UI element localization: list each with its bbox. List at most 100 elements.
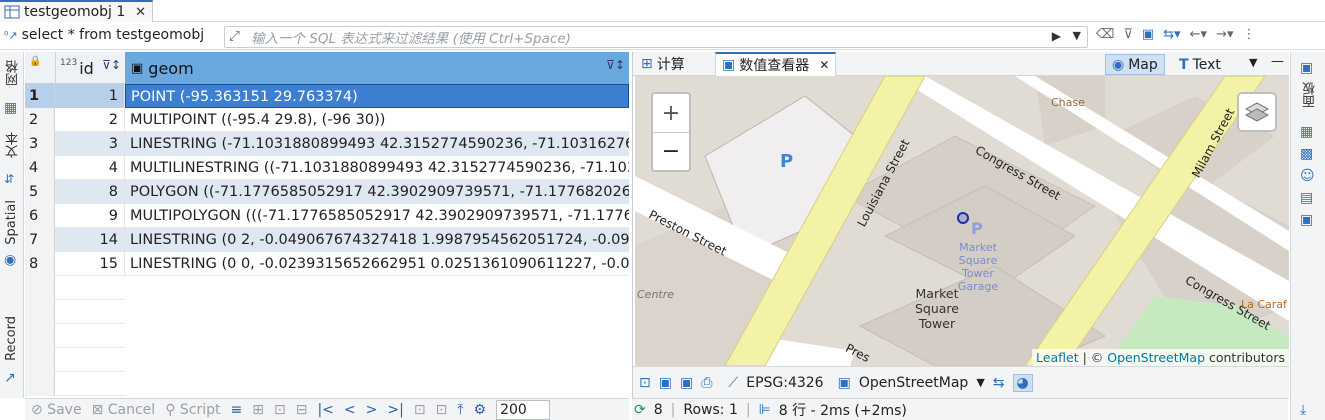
cell-id[interactable]: 2 [55, 108, 125, 132]
row-number[interactable]: 8 [25, 252, 55, 276]
tab-close-icon[interactable]: ✕ [819, 58, 829, 72]
filter-input[interactable]: ⤢ 输入一个 SQL 表达式来过滤结果 (使用 Ctrl+Space) ▶ ▼ [224, 26, 1088, 48]
table-row[interactable]: 6 9 MULTIPOLYGON (((-71.1776585052917 42.3… [25, 204, 629, 228]
cell-id[interactable]: 8 [55, 180, 125, 204]
cell-id[interactable]: 9 [55, 204, 125, 228]
image-icon[interactable]: ▣ [659, 375, 672, 391]
leaflet-link[interactable]: Leaflet [1036, 350, 1079, 365]
zoom-extent-icon[interactable]: ⊡ [639, 375, 651, 391]
cell-geom[interactable]: POLYGON ((-71.1776585052917 42.390290973… [125, 180, 629, 204]
text-mode-button[interactable]: T Text [1173, 54, 1227, 75]
grid-view-tab[interactable]: 网格 [4, 60, 23, 86]
cell-id[interactable]: 1 [55, 84, 125, 108]
cancel-button[interactable]: ⊠ Cancel [92, 402, 156, 418]
expand-icon[interactable]: ⤢ [229, 28, 240, 44]
row-number[interactable]: 3 [25, 132, 55, 156]
export-icon[interactable]: ⤓ [1300, 402, 1306, 418]
table-row[interactable]: 1 1 POINT (-95.363151 29.763374) [25, 84, 629, 108]
column-header-id[interactable]: 123 id ⊽↕ [55, 52, 125, 84]
row-number[interactable]: 7 [25, 228, 55, 252]
filter-settings-icon[interactable]: ⊽ [1123, 27, 1133, 42]
basemap-selector[interactable]: OpenStreetMap [859, 375, 968, 391]
apply-filter-icon[interactable]: ▶ [1052, 29, 1061, 43]
cell-geom[interactable]: POINT (-95.363151 29.763374) [125, 84, 629, 108]
layout-icon[interactable]: ▤ [1300, 190, 1313, 206]
row-number[interactable]: 5 [25, 180, 55, 204]
tab-value-viewer[interactable]: ▣ 数值查看器 ✕ [715, 52, 837, 76]
copy-image-icon[interactable]: ▣ [680, 375, 693, 391]
fetch-size-input[interactable]: 200 [496, 399, 551, 420]
basemap-dropdown-icon[interactable]: ▼ [976, 376, 984, 389]
table-row[interactable]: 8 15 LINESTRING (0 0, -0.0239315652662951 … [25, 252, 629, 276]
more-icon[interactable]: ⋮ [1242, 27, 1255, 42]
eraser-icon[interactable]: ⌫ [1096, 27, 1114, 42]
zoom-in-button[interactable]: + [653, 94, 689, 132]
copy-row-icon[interactable]: ⊡ [274, 402, 286, 418]
prev-page-icon[interactable]: < [344, 402, 356, 418]
map-view[interactable]: Louisiana Street Congress Street Congres… [635, 76, 1289, 366]
link-icon[interactable]: ⇆▾ [1163, 27, 1180, 42]
row-number[interactable]: 4 [25, 156, 55, 180]
panel-toggle-icon[interactable]: ▣ [1300, 60, 1313, 76]
row-number[interactable]: 2 [25, 108, 55, 132]
table-row[interactable]: 2 2 MULTIPOINT ((-95.4 29.8), (-96 30)) [25, 108, 629, 132]
grid-calc-icon[interactable]: ▦ [1300, 124, 1313, 140]
row-number[interactable]: 1 [25, 84, 55, 108]
face-icon[interactable]: ☺ [1300, 168, 1315, 184]
sql-query-label[interactable]: ⁰↗ select * from testgeomobj [4, 27, 204, 43]
text-view-tab[interactable]: 文本 [4, 132, 23, 158]
back-icon[interactable]: ←▾ [1190, 27, 1207, 42]
cell-geom[interactable]: MULTIPOINT ((-95.4 29.8), (-96 30)) [125, 108, 629, 132]
delete-row-icon[interactable]: ⊟ [296, 402, 308, 418]
forward-icon[interactable]: →▾ [1216, 27, 1233, 42]
panels-tab[interactable]: 面板 [1301, 82, 1320, 108]
tab-close-icon[interactable]: ✕ [135, 5, 146, 20]
first-page-icon[interactable]: |< [317, 402, 333, 418]
last-page-icon[interactable]: >| [387, 402, 403, 418]
layers-button[interactable] [1237, 92, 1277, 132]
table-row[interactable]: 3 3 LINESTRING (-71.1031880899493 42.31527… [25, 132, 629, 156]
save-button[interactable]: ⊘ Save [31, 402, 82, 418]
sort-filter-icon[interactable]: ⊽↕ [606, 58, 625, 72]
fetch-all-icon[interactable]: ⊡ [436, 402, 448, 418]
editor-tab-testgeomobj[interactable]: testgeomobj 1 ✕ [0, 0, 153, 22]
geometry-point-marker[interactable] [957, 212, 969, 224]
spatial-view-tab[interactable]: Spatial [4, 200, 19, 245]
cell-geom[interactable]: LINESTRING (0 2, -0.049067674327418 1.99… [125, 228, 629, 252]
palette-icon[interactable]: ◕ [1012, 373, 1033, 392]
cell-id[interactable]: 3 [55, 132, 125, 156]
table-row[interactable]: 4 4 MULTILINESTRING ((-71.1031880899493 42… [25, 156, 629, 180]
filter-history-dropdown-icon[interactable]: ▼ [1073, 29, 1081, 42]
row-number[interactable]: 6 [25, 204, 55, 228]
cell-id[interactable]: 14 [55, 228, 125, 252]
cell-geom[interactable]: MULTILINESTRING ((-71.1031880899493 42.3… [125, 156, 629, 180]
cell-id[interactable]: 15 [55, 252, 125, 276]
map-mode-button[interactable]: ◉ Map [1105, 54, 1165, 75]
crs-selector[interactable]: EPSG:4326 [746, 375, 823, 391]
sort-filter-icon[interactable]: ⊽↕ [102, 58, 121, 72]
settings-gear-icon[interactable]: ⚙ [474, 402, 487, 418]
fetch-more-icon[interactable]: ⊡ [414, 402, 426, 418]
osm-link[interactable]: OpenStreetMap [1107, 350, 1205, 365]
refresh-icon[interactable]: ⟳ [634, 402, 646, 418]
cell-id[interactable]: 4 [55, 156, 125, 180]
swap-icon[interactable]: ⇆ [993, 375, 1005, 391]
script-button[interactable]: ⚲ Script [165, 402, 220, 418]
print-icon[interactable]: ⎙ [701, 375, 712, 391]
panel-menu-dropdown-icon[interactable]: ▼ [1249, 56, 1257, 69]
panel-minimize-icon[interactable]: — [1271, 54, 1284, 69]
pattern-icon[interactable]: ▩ [1300, 146, 1313, 162]
save-filter-icon[interactable]: ▣ [1142, 27, 1154, 42]
table-row[interactable]: 5 8 POLYGON ((-71.1776585052917 42.3902909… [25, 180, 629, 204]
zoom-out-button[interactable]: − [653, 132, 689, 170]
cell-geom[interactable]: MULTIPOLYGON (((-71.1776585052917 42.390… [125, 204, 629, 228]
cell-geom[interactable]: LINESTRING (0 0, -0.0239315652662951 0.0… [125, 252, 629, 276]
record-view-tab[interactable]: Record [4, 316, 19, 361]
settings-icon[interactable]: ▣ [1300, 212, 1313, 228]
column-header-geom[interactable]: ▣ geom ⊽↕ [125, 52, 629, 84]
edit-row-icon[interactable]: ≡ [231, 402, 243, 418]
add-row-icon[interactable]: ⊞ [252, 402, 264, 418]
tab-calc[interactable]: ⊞ 计算 [635, 52, 691, 76]
export-icon[interactable]: ⤒ [457, 402, 463, 418]
table-row[interactable]: 7 14 LINESTRING (0 2, -0.049067674327418 1… [25, 228, 629, 252]
